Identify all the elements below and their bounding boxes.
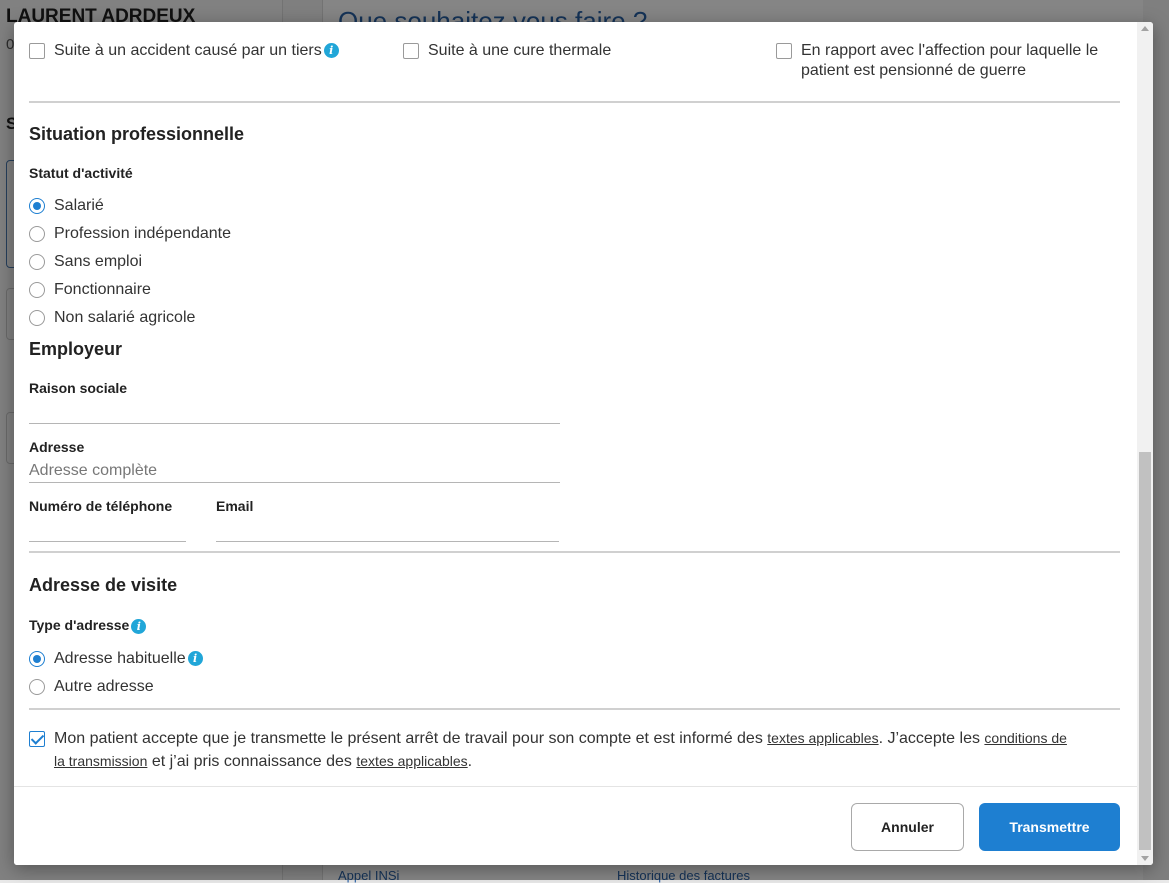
consent-text-part: . J’accepte les [878, 730, 985, 747]
consent-checkbox[interactable] [29, 731, 45, 747]
divider [29, 551, 1120, 553]
status-label: Statut d'activité [29, 165, 133, 181]
radio-usual-address[interactable] [29, 651, 45, 667]
section-title-visit-address: Adresse de visite [29, 575, 178, 595]
radio-sans-emploi[interactable] [29, 254, 45, 270]
info-icon[interactable]: i [323, 43, 339, 59]
accident-third-party-label: Suite à un accident causé par un tiers i [54, 41, 339, 61]
radio-non-salarie-agricole-label: Non salarié agricole [54, 309, 196, 326]
phone-label: Numéro de téléphone [29, 498, 173, 514]
scroll-up-arrow-icon[interactable] [1141, 26, 1149, 31]
radio-salarie-label: Salarié [54, 197, 104, 214]
radio-non-salarie-agricole[interactable] [29, 310, 45, 326]
section-title-employer: Employeur [29, 339, 123, 359]
radio-fonctionnaire-label: Fonctionnaire [54, 281, 151, 298]
radio-salarie[interactable] [29, 198, 45, 214]
divider [29, 708, 1120, 710]
radio-fonctionnaire[interactable] [29, 282, 45, 298]
war-pension-label: En rapport avec l'affection pour laquell… [801, 41, 1098, 81]
usual-address-text: Adresse habituelle [54, 650, 186, 667]
phone-input[interactable] [29, 519, 186, 542]
transmit-button[interactable]: Transmettre [979, 803, 1120, 851]
radio-sans-emploi-label: Sans emploi [54, 253, 143, 270]
divider [29, 101, 1120, 103]
war-pension-label-line2: patient est pensionné de guerre [801, 62, 1027, 79]
email-input[interactable] [216, 519, 559, 542]
consent-text-part: . [467, 753, 473, 770]
scrollbar[interactable] [1137, 22, 1153, 865]
accident-third-party-text: Suite à un accident causé par un tiers [54, 42, 322, 59]
section-title-professional: Situation professionnelle [29, 124, 245, 144]
consent-text: Mon patient accepte que je transmette le… [54, 727, 1120, 773]
modal-footer: Annuler Transmettre [14, 786, 1137, 865]
checkbox-thermal-cure[interactable] [403, 43, 419, 59]
modal-body: Suite à un accident causé par un tiers i … [14, 22, 1137, 786]
info-icon[interactable]: i [131, 618, 147, 634]
radio-other-address[interactable] [29, 679, 45, 695]
address-input[interactable]: Adresse complète [29, 460, 560, 483]
address-type-text: Type d'adresse [29, 617, 130, 633]
sick-leave-modal: Suite à un accident causé par un tiers i … [14, 22, 1153, 865]
radio-independant[interactable] [29, 226, 45, 242]
checkbox-accident-third-party[interactable] [29, 43, 45, 59]
scrollbar-thumb[interactable] [1139, 452, 1151, 850]
applicable-texts-link[interactable]: textes applicables [767, 730, 878, 746]
consent-text-part: et j’ai pris connaissance des [147, 753, 357, 770]
email-label: Email [216, 498, 254, 514]
thermal-cure-label: Suite à une cure thermale [428, 42, 612, 59]
company-input[interactable] [29, 401, 560, 424]
checkbox-war-pension[interactable] [776, 43, 792, 59]
radio-independant-label: Profession indépendante [54, 225, 232, 242]
applicable-texts-link-2[interactable]: textes applicables [356, 753, 467, 769]
transmission-conditions-link[interactable]: conditions de [984, 730, 1067, 746]
other-address-label: Autre adresse [54, 678, 154, 695]
info-icon[interactable]: i [187, 651, 203, 667]
address-label: Adresse [29, 439, 85, 455]
transmission-conditions-link-cont[interactable]: la transmission [54, 753, 147, 769]
cancel-button[interactable]: Annuler [851, 803, 964, 851]
address-type-label: Type d'adresse i [29, 617, 147, 634]
usual-address-label: Adresse habituelle i [54, 649, 203, 669]
company-label: Raison sociale [29, 380, 128, 396]
consent-text-part: Mon patient accepte que je transmette le… [54, 730, 768, 747]
scroll-down-arrow-icon[interactable] [1141, 856, 1149, 861]
war-pension-label-line1: En rapport avec l'affection pour laquell… [801, 42, 1099, 59]
